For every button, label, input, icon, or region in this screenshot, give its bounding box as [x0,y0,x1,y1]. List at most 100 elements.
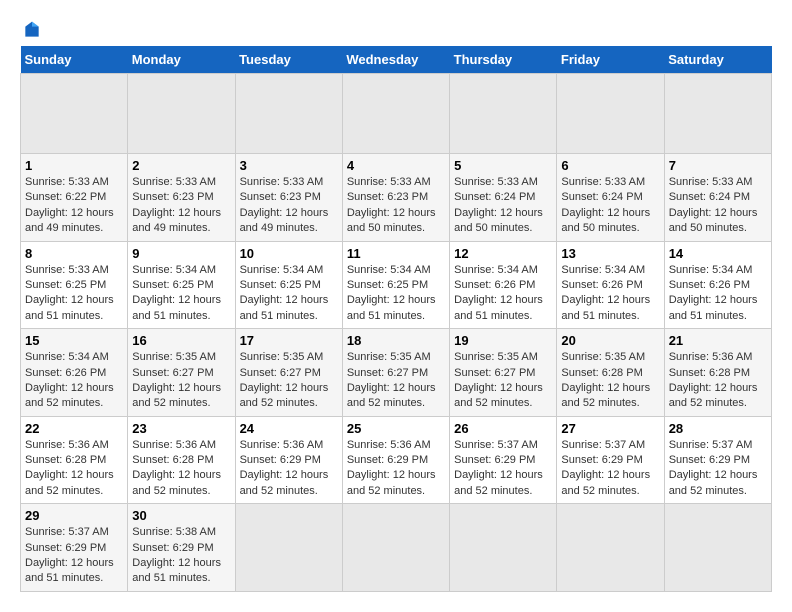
calendar-cell-4-2: 24 Sunrise: 5:36 AMSunset: 6:29 PMDayligh… [235,416,342,504]
cell-text: Sunrise: 5:35 AMSunset: 6:27 PMDaylight:… [454,350,552,412]
cell-text: Sunrise: 5:36 AMSunset: 6:28 PMDaylight:… [25,438,123,500]
cell-text: Sunrise: 5:36 AMSunset: 6:28 PMDaylight:… [669,350,767,412]
day-number: 4 [347,158,445,173]
cell-text: Sunrise: 5:33 AMSunset: 6:24 PMDaylight:… [669,175,767,237]
day-number: 13 [561,246,659,261]
cell-text: Sunrise: 5:34 AMSunset: 6:25 PMDaylight:… [240,263,338,325]
cell-text: Sunrise: 5:33 AMSunset: 6:22 PMDaylight:… [25,175,123,237]
calendar-week-2: 8 Sunrise: 5:33 AMSunset: 6:25 PMDaylight… [21,241,772,329]
calendar-cell-5-3 [342,504,449,592]
header-wednesday: Wednesday [342,46,449,74]
day-number: 23 [132,421,230,436]
calendar-cell-3-5: 20Sunrise: 5:35 AMSunset: 6:28 PMDayligh… [557,329,664,417]
day-number: 22 [25,421,123,436]
day-number: 19 [454,333,552,348]
calendar-cell-3-4: 19 Sunrise: 5:35 AMSunset: 6:27 PMDayligh… [450,329,557,417]
calendar-cell-2-5: 13 Sunrise: 5:34 AMSunset: 6:26 PMDayligh… [557,241,664,329]
cell-text: Sunrise: 5:37 AMSunset: 6:29 PMDaylight:… [454,438,552,500]
cell-text: Sunrise: 5:33 AMSunset: 6:25 PMDaylight:… [25,263,123,325]
day-number: 9 [132,246,230,261]
cell-text: Sunrise: 5:34 AMSunset: 6:26 PMDaylight:… [454,263,552,325]
calendar-cell-0-1 [128,74,235,154]
cell-text: Sunrise: 5:34 AMSunset: 6:26 PMDaylight:… [561,263,659,325]
cell-text: Sunrise: 5:37 AMSunset: 6:29 PMDaylight:… [669,438,767,500]
calendar-cell-2-1: 9 Sunrise: 5:34 AMSunset: 6:25 PMDaylight… [128,241,235,329]
day-number: 1 [25,158,123,173]
calendar-week-0 [21,74,772,154]
calendar-week-1: 1 Sunrise: 5:33 AMSunset: 6:22 PMDaylight… [21,154,772,242]
calendar-cell-2-0: 8 Sunrise: 5:33 AMSunset: 6:25 PMDaylight… [21,241,128,329]
calendar-cell-5-6 [664,504,771,592]
day-number: 8 [25,246,123,261]
header-friday: Friday [557,46,664,74]
calendar-cell-0-3 [342,74,449,154]
calendar-cell-4-1: 23 Sunrise: 5:36 AMSunset: 6:28 PMDayligh… [128,416,235,504]
calendar-cell-0-6 [664,74,771,154]
day-number: 14 [669,246,767,261]
day-number: 10 [240,246,338,261]
cell-text: Sunrise: 5:38 AMSunset: 6:29 PMDaylight:… [132,525,230,587]
header [20,20,772,36]
day-number: 12 [454,246,552,261]
day-number: 21 [669,333,767,348]
cell-text: Sunrise: 5:34 AMSunset: 6:25 PMDaylight:… [132,263,230,325]
cell-text: Sunrise: 5:35 AMSunset: 6:27 PMDaylight:… [240,350,338,412]
day-number: 24 [240,421,338,436]
logo [20,20,42,36]
day-number: 7 [669,158,767,173]
calendar-cell-2-6: 14Sunrise: 5:34 AMSunset: 6:26 PMDayligh… [664,241,771,329]
calendar-cell-2-2: 10 Sunrise: 5:34 AMSunset: 6:25 PMDayligh… [235,241,342,329]
cell-text: Sunrise: 5:34 AMSunset: 6:25 PMDaylight:… [347,263,445,325]
calendar-cell-5-2 [235,504,342,592]
calendar-week-3: 15 Sunrise: 5:34 AMSunset: 6:26 PMDayligh… [21,329,772,417]
day-number: 17 [240,333,338,348]
calendar-cell-5-0: 29Sunrise: 5:37 AMSunset: 6:29 PMDayligh… [21,504,128,592]
cell-text: Sunrise: 5:35 AMSunset: 6:28 PMDaylight:… [561,350,659,412]
day-number: 11 [347,246,445,261]
day-number: 3 [240,158,338,173]
calendar-cell-4-5: 27 Sunrise: 5:37 AMSunset: 6:29 PMDayligh… [557,416,664,504]
logo-icon [22,20,42,40]
calendar-cell-3-3: 18 Sunrise: 5:35 AMSunset: 6:27 PMDayligh… [342,329,449,417]
calendar-cell-5-4 [450,504,557,592]
calendar-cell-1-5: 6Sunrise: 5:33 AMSunset: 6:24 PMDaylight… [557,154,664,242]
calendar-cell-4-3: 25Sunrise: 5:36 AMSunset: 6:29 PMDayligh… [342,416,449,504]
cell-text: Sunrise: 5:33 AMSunset: 6:24 PMDaylight:… [561,175,659,237]
cell-text: Sunrise: 5:36 AMSunset: 6:29 PMDaylight:… [240,438,338,500]
calendar-cell-1-1: 2 Sunrise: 5:33 AMSunset: 6:23 PMDaylight… [128,154,235,242]
header-saturday: Saturday [664,46,771,74]
cell-text: Sunrise: 5:34 AMSunset: 6:26 PMDaylight:… [25,350,123,412]
calendar-cell-2-4: 12 Sunrise: 5:34 AMSunset: 6:26 PMDayligh… [450,241,557,329]
cell-text: Sunrise: 5:33 AMSunset: 6:23 PMDaylight:… [347,175,445,237]
calendar-cell-4-4: 26 Sunrise: 5:37 AMSunset: 6:29 PMDayligh… [450,416,557,504]
day-number: 16 [132,333,230,348]
day-number: 18 [347,333,445,348]
day-number: 2 [132,158,230,173]
day-number: 28 [669,421,767,436]
cell-text: Sunrise: 5:35 AMSunset: 6:27 PMDaylight:… [347,350,445,412]
calendar-table: SundayMondayTuesdayWednesdayThursdayFrid… [20,46,772,592]
calendar-week-5: 29Sunrise: 5:37 AMSunset: 6:29 PMDayligh… [21,504,772,592]
day-number: 26 [454,421,552,436]
calendar-cell-5-1: 30Sunrise: 5:38 AMSunset: 6:29 PMDayligh… [128,504,235,592]
calendar-cell-4-6: 28 Sunrise: 5:37 AMSunset: 6:29 PMDayligh… [664,416,771,504]
calendar-cell-0-2 [235,74,342,154]
day-number: 27 [561,421,659,436]
header-sunday: Sunday [21,46,128,74]
calendar-cell-1-4: 5Sunrise: 5:33 AMSunset: 6:24 PMDaylight… [450,154,557,242]
calendar-cell-2-3: 11 Sunrise: 5:34 AMSunset: 6:25 PMDayligh… [342,241,449,329]
calendar-cell-0-4 [450,74,557,154]
day-number: 29 [25,508,123,523]
calendar-cell-0-5 [557,74,664,154]
cell-text: Sunrise: 5:37 AMSunset: 6:29 PMDaylight:… [561,438,659,500]
calendar-cell-1-0: 1 Sunrise: 5:33 AMSunset: 6:22 PMDaylight… [21,154,128,242]
cell-text: Sunrise: 5:36 AMSunset: 6:28 PMDaylight:… [132,438,230,500]
calendar-cell-3-6: 21 Sunrise: 5:36 AMSunset: 6:28 PMDayligh… [664,329,771,417]
calendar-cell-4-0: 22 Sunrise: 5:36 AMSunset: 6:28 PMDayligh… [21,416,128,504]
cell-text: Sunrise: 5:33 AMSunset: 6:23 PMDaylight:… [132,175,230,237]
day-number: 15 [25,333,123,348]
header-thursday: Thursday [450,46,557,74]
header-tuesday: Tuesday [235,46,342,74]
calendar-cell-0-0 [21,74,128,154]
cell-text: Sunrise: 5:33 AMSunset: 6:24 PMDaylight:… [454,175,552,237]
